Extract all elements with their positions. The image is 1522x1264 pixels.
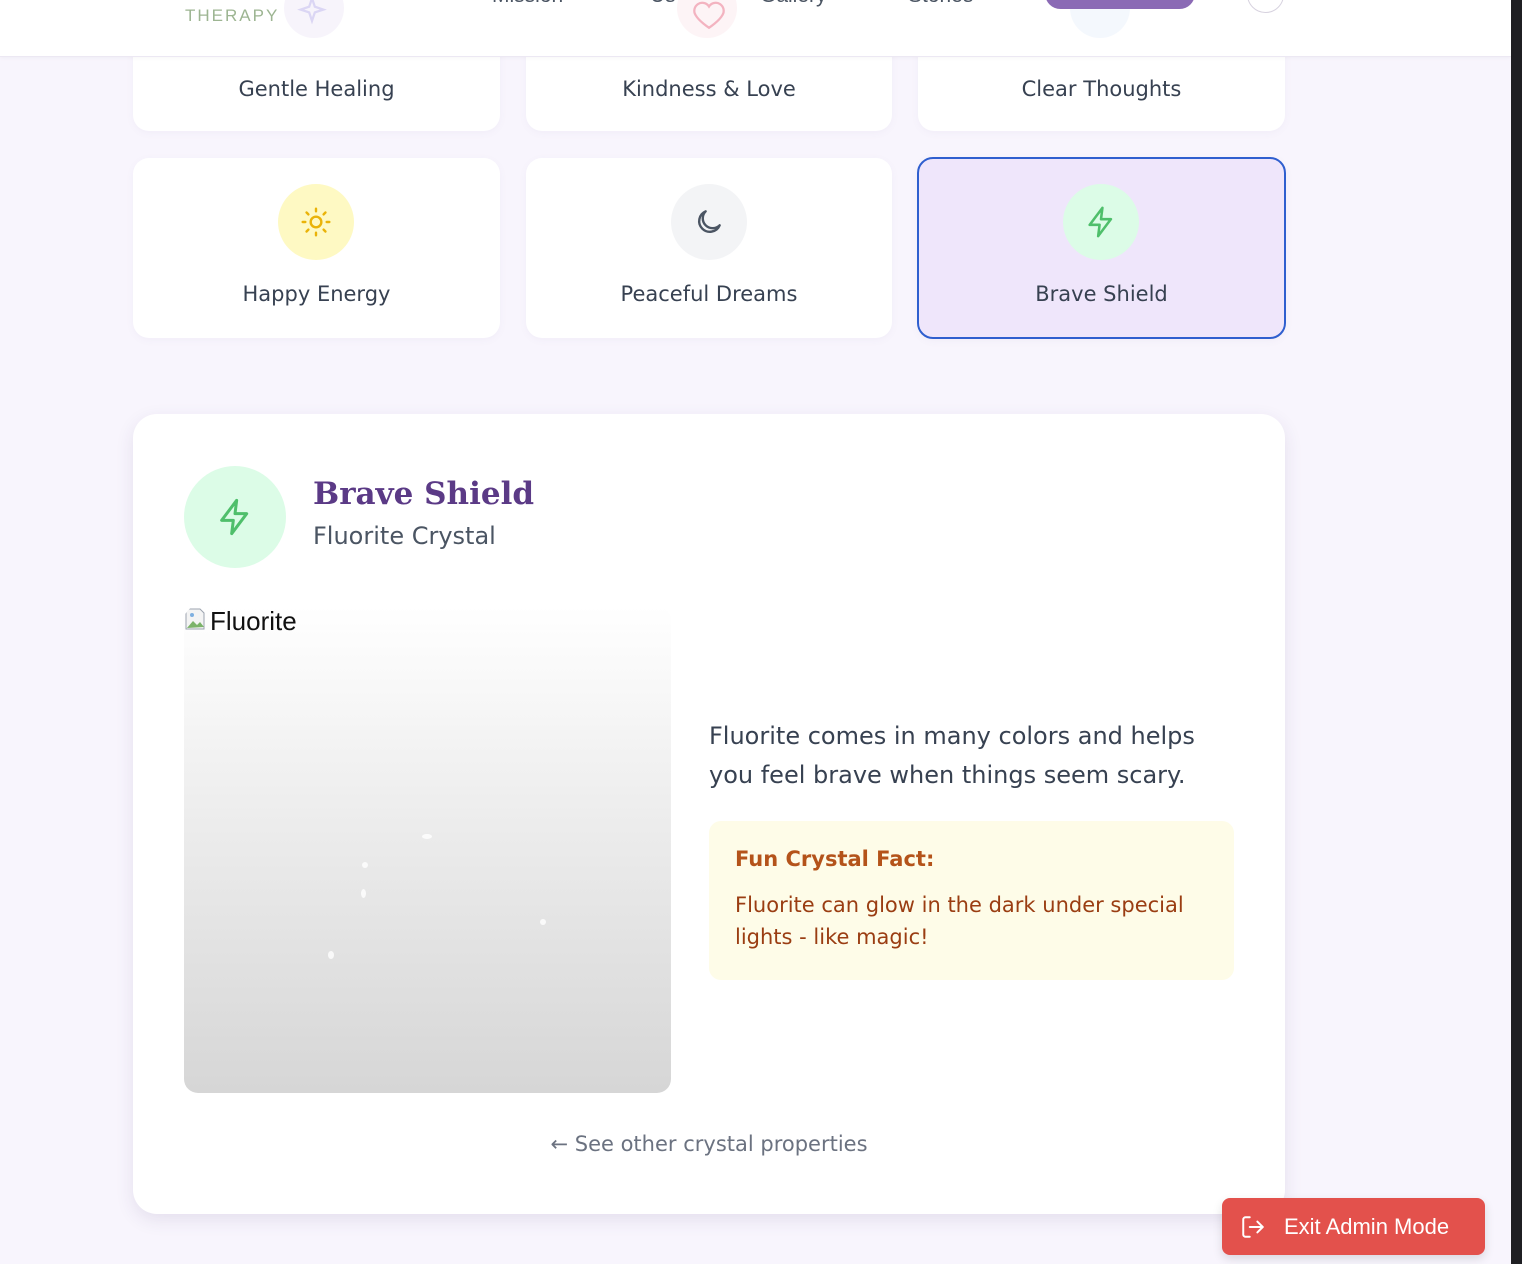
property-card-label: Peaceful Dreams: [620, 282, 798, 306]
crystal-image: Fluorite: [184, 606, 671, 1093]
sparkle-speck: [328, 951, 334, 959]
property-card-peaceful-dreams[interactable]: Peaceful Dreams: [526, 158, 892, 338]
sun-icon-circle: [278, 184, 354, 260]
moon-icon: [698, 210, 721, 233]
property-card-label: Brave Shield: [1035, 282, 1168, 306]
logo-subtitle: THERAPY: [185, 6, 280, 25]
scrollbar[interactable]: [1511, 0, 1522, 1264]
crystal-detail-panel: Brave Shield Fluorite Crystal Fluorite F…: [133, 414, 1285, 1214]
property-card-happy-energy[interactable]: Happy Energy: [133, 158, 500, 338]
nav-cta-button[interactable]: [1045, 0, 1195, 9]
property-card-label: Happy Energy: [242, 282, 391, 306]
nav-gallery[interactable]: Gallery: [760, 0, 827, 8]
property-card-label: Kindness & Love: [622, 77, 796, 101]
nav-stories[interactable]: Stories: [908, 0, 973, 8]
property-card-label: Clear Thoughts: [1021, 77, 1182, 101]
broken-image-icon: [185, 608, 205, 630]
site-header: THERAPY Mission Us Gallery Stories: [0, 0, 1511, 57]
property-card-label: Gentle Healing: [238, 77, 395, 101]
nav-mission[interactable]: Mission: [492, 0, 563, 8]
back-link-label[interactable]: ← See other crystal properties: [550, 1132, 867, 1156]
lightning-icon-circle: [1063, 184, 1139, 260]
image-alt-text: Fluorite: [210, 606, 297, 636]
sparkle-speck: [540, 919, 546, 925]
lightning-icon: [220, 498, 249, 536]
fun-fact-box: Fun Crystal Fact: Fluorite can glow in t…: [709, 821, 1234, 980]
lightning-icon-circle: [184, 466, 286, 568]
exit-admin-button[interactable]: Exit Admin Mode: [1222, 1198, 1485, 1255]
user-menu-button[interactable]: [1247, 0, 1284, 13]
exit-admin-label: Exit Admin Mode: [1284, 1213, 1450, 1239]
fun-fact-title: Fun Crystal Fact:: [735, 847, 935, 871]
lightning-icon: [1088, 206, 1113, 238]
detail-subtitle: Fluorite Crystal: [313, 522, 496, 550]
ghost-card-icon: [284, 0, 344, 38]
fun-fact-text: Fluorite can glow in the dark under spec…: [735, 893, 1184, 949]
logout-icon: [1242, 1215, 1264, 1238]
sparkle-speck: [422, 834, 432, 839]
crystal-description: Fluorite comes in many colors and helps …: [709, 722, 1195, 789]
sun-icon: [301, 207, 331, 237]
nav-us[interactable]: Us: [650, 0, 676, 8]
broken-image: Fluorite: [184, 606, 297, 637]
back-to-properties-link[interactable]: ← See other crystal properties: [133, 1132, 1285, 1156]
heart-icon: [693, 1, 725, 30]
moon-icon-circle: [671, 184, 747, 260]
property-card-brave-shield[interactable]: Brave Shield: [917, 157, 1286, 339]
detail-title: Brave Shield: [313, 476, 535, 512]
sparkle-speck: [362, 862, 368, 868]
sparkle-speck: [361, 889, 366, 898]
